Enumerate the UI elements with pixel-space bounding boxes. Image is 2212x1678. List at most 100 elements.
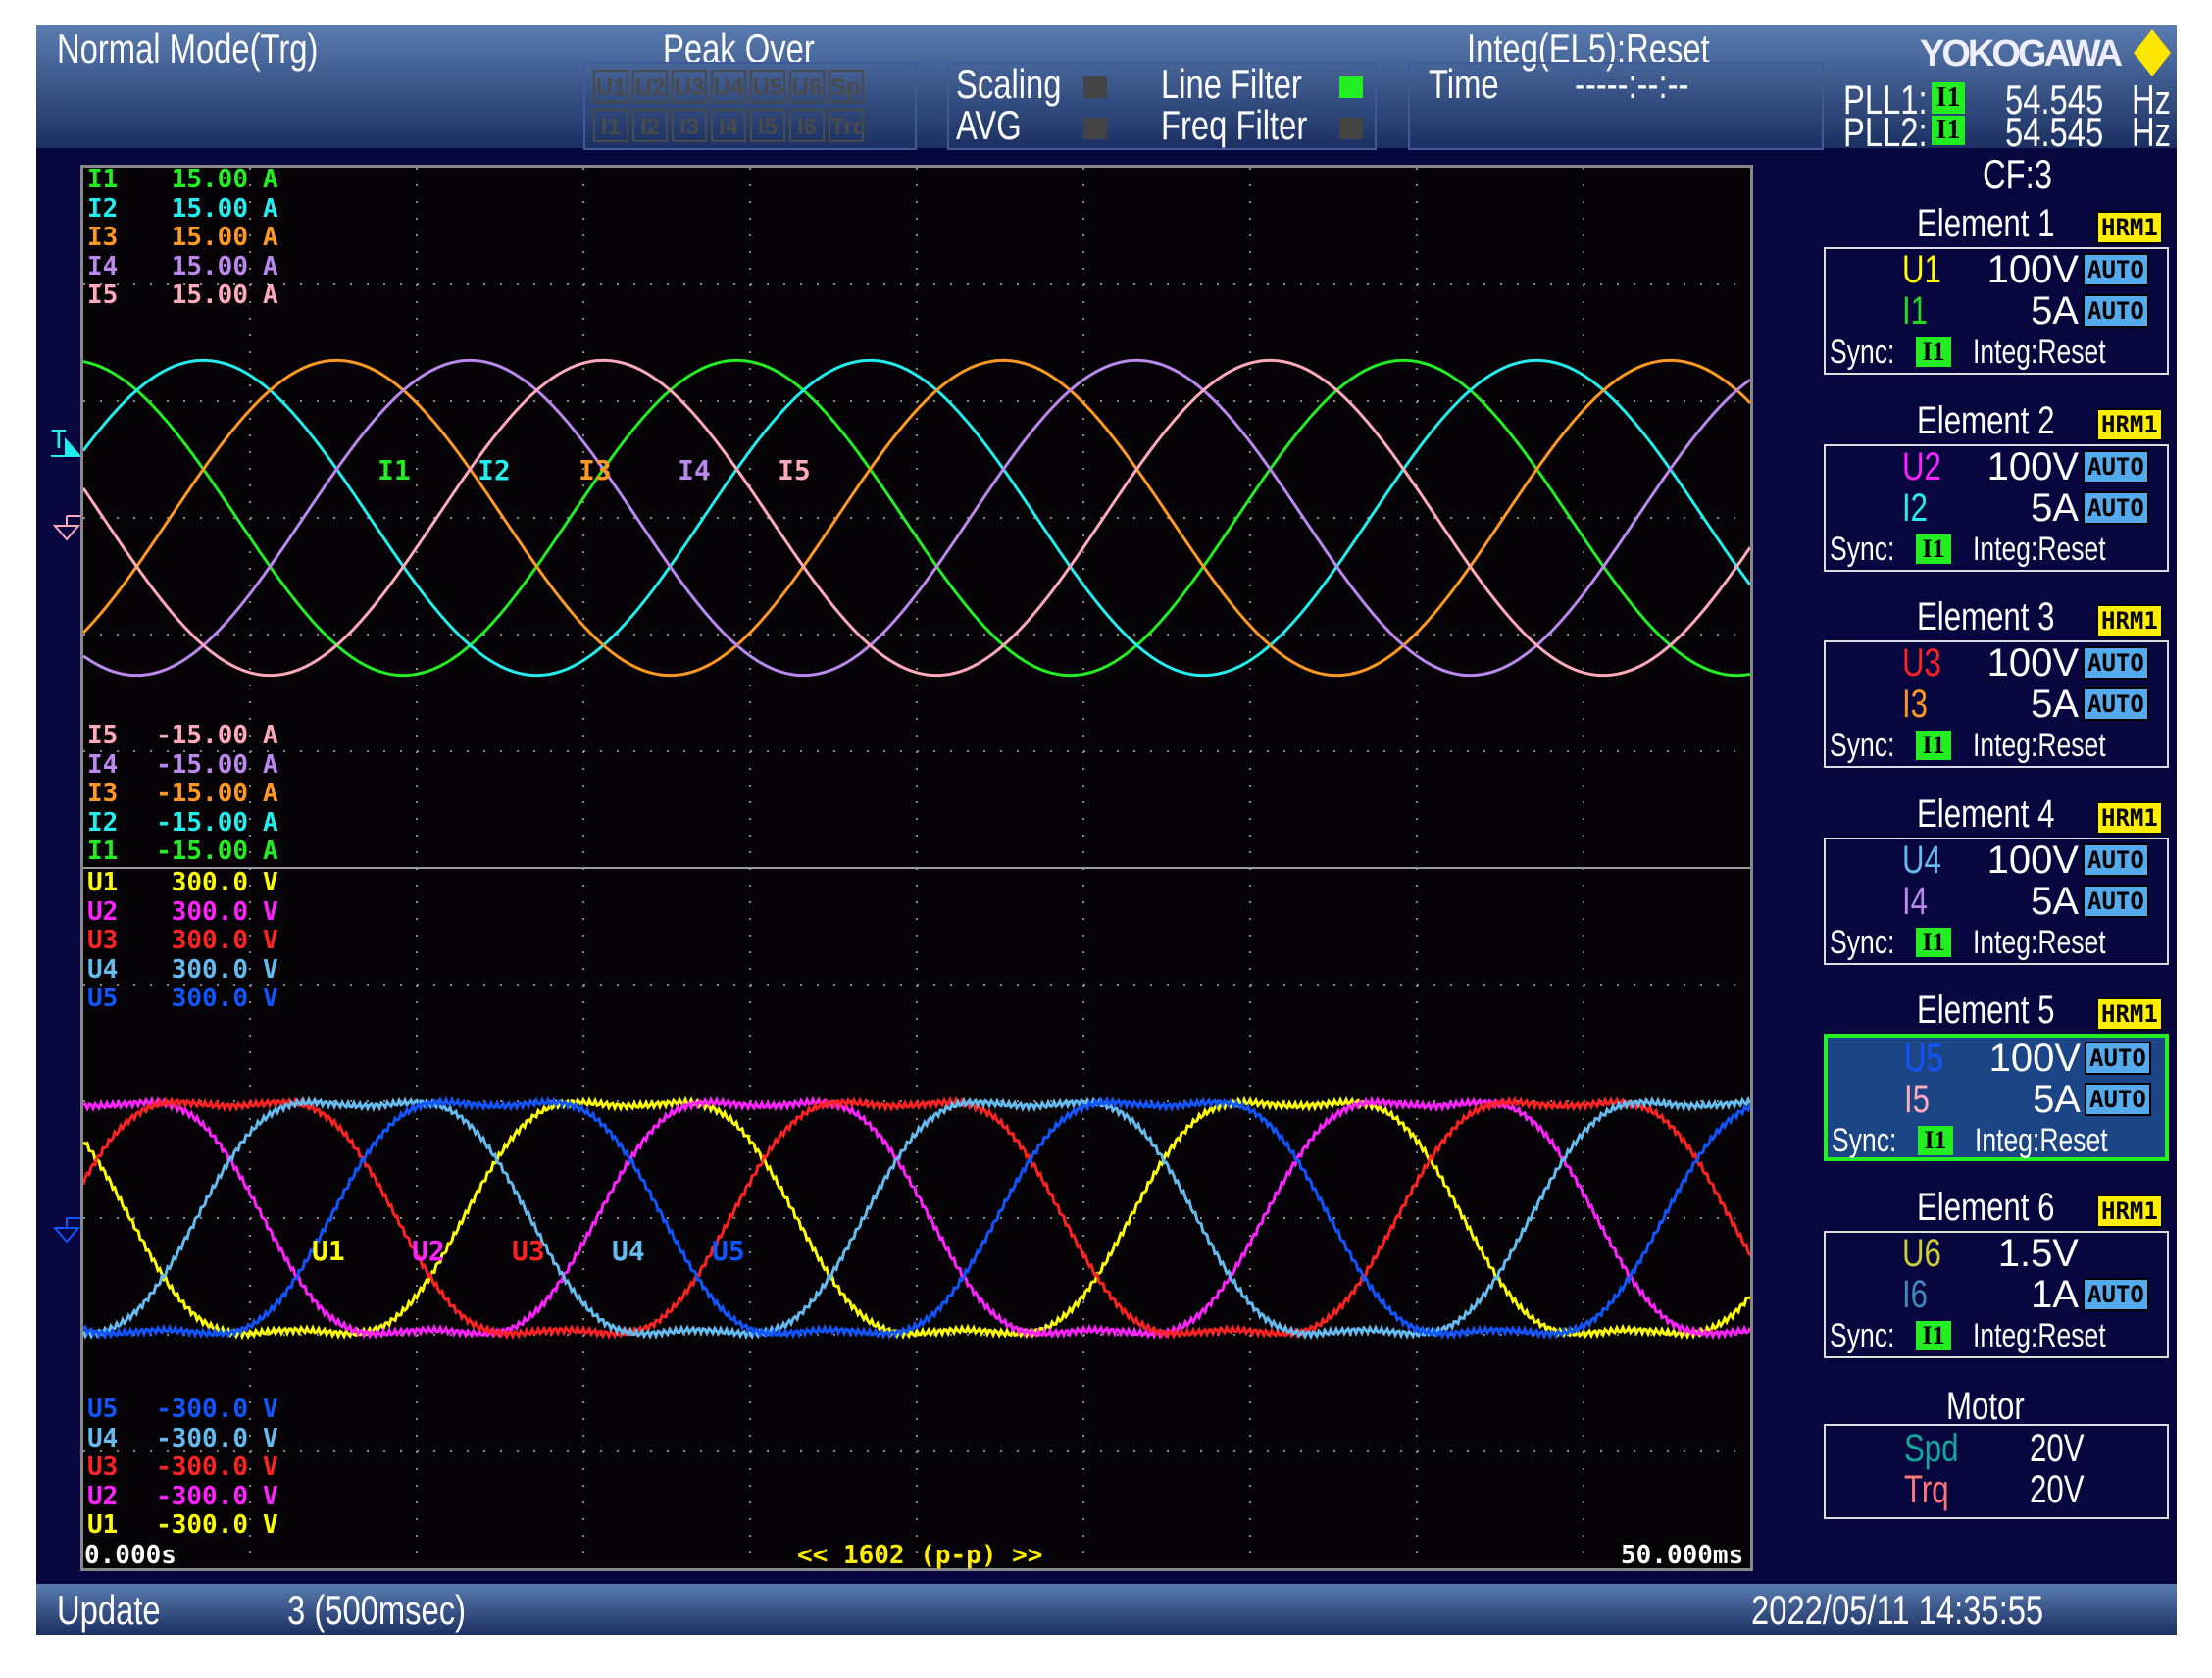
- element-1-hrm-badge: HRM1: [2096, 211, 2163, 244]
- voltage-bottom-scale-value: -300.0: [156, 1423, 248, 1453]
- element-1-box[interactable]: U1 100V AUTO I1 5A AUTO Sync: I1 Integ:R…: [1824, 247, 2169, 375]
- voltage-top-scale-unit: V: [263, 984, 278, 1014]
- time-value-text: -----:--:--: [1575, 61, 1689, 107]
- peak-over-box: U1U2U3U4U5U6Spd I1I2I3I4I5I6Trq: [583, 62, 917, 150]
- current-bottom-scale-value: -15.00: [156, 779, 248, 809]
- element-current-range: 5A: [2031, 879, 2079, 923]
- integ-status-text: Integ:Reset: [1973, 333, 2106, 371]
- current-bottom-scale-unit: A: [263, 807, 278, 838]
- scaling-indicator: [1083, 76, 1107, 98]
- current-top-scale-name: I1: [87, 165, 119, 194]
- sync-label: Sync:: [1830, 1317, 1913, 1355]
- element-title-text: Element 2: [1917, 398, 2055, 442]
- element-2-box[interactable]: U2 100V AUTO I2 5A AUTO Sync: I1 Integ:R…: [1824, 443, 2169, 572]
- element-voltage-range: 1.5V: [1997, 1231, 2079, 1275]
- voltage-channel-text: U5: [1904, 1037, 1943, 1080]
- sync-label-text: Sync:: [1832, 1122, 1897, 1159]
- current-top-scale-name: I5: [87, 280, 119, 311]
- element-voltage-channel: U2: [1902, 446, 1952, 487]
- current-bottom-scale-unit: A: [263, 749, 278, 780]
- integ-status-text: Integ:Reset: [1973, 1316, 2106, 1354]
- voltage-top-scale-name: U3: [87, 926, 119, 956]
- current-top-scale-unit: A: [263, 193, 278, 224]
- voltage-bottom-scale-name: U2: [87, 1481, 119, 1511]
- element-3-box[interactable]: U3 100V AUTO I3 5A AUTO Sync: I1 Integ:R…: [1824, 640, 2169, 768]
- waveform-tag-i5: I5: [778, 454, 811, 486]
- sync-source: I1: [1916, 534, 1951, 564]
- current-channel-text: I1: [1902, 289, 1929, 332]
- current-top-scale-value: 15.00: [171, 165, 248, 194]
- voltage-bottom-scale-name: U5: [87, 1395, 119, 1424]
- voltage-bottom-scale-unit: V: [263, 1452, 278, 1483]
- integ-status-text: Integ:Reset: [1973, 530, 2106, 568]
- voltage-channel-text: U6: [1902, 1231, 1941, 1275]
- crest-factor: CF:3: [1983, 153, 2072, 196]
- element-title-text: Element 3: [1917, 595, 2055, 638]
- current-top-scale-unit: A: [263, 251, 278, 281]
- voltage-auto-range-badge: AUTO: [2083, 842, 2149, 877]
- peak-over-chip-i4: I4: [711, 109, 746, 142]
- time-start-label: 0.000s: [84, 1541, 176, 1570]
- waveform-tag-u1: U1: [312, 1235, 345, 1267]
- sync-label-text: Sync:: [1830, 727, 1895, 764]
- element-4-box[interactable]: U4 100V AUTO I4 5A AUTO Sync: I1 Integ:R…: [1824, 837, 2169, 965]
- element-3-hrm-badge: HRM1: [2096, 604, 2163, 637]
- element-current-range: 5A: [2031, 289, 2079, 332]
- voltage-auto-range-badge: AUTO: [2083, 253, 2149, 286]
- current-bottom-scale-value: -15.00: [156, 837, 248, 867]
- record-points-label: << 1602 (p-p) >>: [797, 1541, 1043, 1570]
- peak-over-u-row: U1U2U3U4U5U6Spd: [593, 70, 868, 108]
- voltage-auto-range-badge: AUTO: [2085, 1042, 2151, 1075]
- element-current-range: 5A: [2031, 485, 2079, 530]
- element-5-hrm-badge: HRM1: [2096, 997, 2163, 1031]
- measurement-mode: Normal Mode(Trg): [57, 27, 392, 71]
- current-top-scale-value: 15.00: [171, 193, 248, 224]
- element-6-title: Element 6: [1917, 1186, 2093, 1230]
- peak-over-chip-u1: U1: [593, 70, 628, 103]
- sync-source: I1: [1918, 1126, 1953, 1155]
- sync-label: Sync:: [1830, 924, 1913, 962]
- time-text: Time: [1429, 61, 1499, 107]
- peak-over-chip-i5: I5: [750, 109, 785, 142]
- element-1-title: Element 1: [1917, 202, 2093, 246]
- voltage-top-scale-name: U5: [87, 984, 119, 1014]
- sync-label: Sync:: [1830, 531, 1913, 569]
- voltage-ground-marker-icon: [53, 1217, 81, 1244]
- time-end-label: 50.000ms: [1621, 1541, 1744, 1570]
- sync-label: Sync:: [1830, 333, 1913, 372]
- crest-factor-text: CF:3: [1983, 151, 2052, 197]
- time-label: Time: [1429, 63, 1519, 106]
- motor-trq-label: Trq: [1904, 1469, 1962, 1510]
- scaling-label: Scaling: [956, 63, 1091, 106]
- waveform-tag-i4: I4: [678, 454, 711, 486]
- freq-filter-label: Freq Filter: [1161, 104, 1348, 147]
- motor-box[interactable]: Spd 20V Trq 20V: [1824, 1424, 2169, 1519]
- element-3-title: Element 3: [1917, 595, 2093, 639]
- element-voltage-range: 100V: [1986, 248, 2079, 291]
- current-channel-text: I5: [1904, 1078, 1931, 1121]
- voltage-channel-text: U4: [1902, 838, 1941, 882]
- integ-status-text: Integ:Reset: [1975, 1122, 2108, 1159]
- current-channel-text: I3: [1902, 683, 1929, 726]
- element-2-title: Element 2: [1917, 399, 2093, 443]
- sync-source: I1: [1916, 731, 1951, 760]
- element-4-title: Element 4: [1917, 792, 2093, 837]
- trigger-arrow-icon: [51, 437, 80, 457]
- voltage-top-scale-value: 300.0: [171, 984, 248, 1014]
- current-bottom-scale-unit: A: [263, 837, 278, 867]
- current-channel-text: I4: [1902, 879, 1929, 923]
- voltage-top-scale-name: U1: [87, 868, 119, 897]
- element-4-hrm-badge: HRM1: [2096, 800, 2163, 835]
- waveform-tag-u4: U4: [612, 1235, 645, 1267]
- element-current-range: 5A: [2033, 1078, 2081, 1121]
- current-auto-range-badge: AUTO: [2083, 1277, 2149, 1311]
- element-voltage-range: 100V: [1986, 444, 2079, 488]
- voltage-top-scale-value: 300.0: [171, 896, 248, 927]
- element-6-box[interactable]: U6 1.5V I6 1A AUTO Sync: I1 Integ:Reset: [1824, 1230, 2169, 1358]
- current-channel-text: I6: [1902, 1272, 1929, 1316]
- waveform-tag-u2: U2: [412, 1235, 445, 1267]
- voltage-bottom-scale-unit: V: [263, 1423, 278, 1453]
- pll2-value: 54.545: [2005, 111, 2131, 154]
- element-5-box[interactable]: U5 100V AUTO I5 5A AUTO Sync: I1 Integ:R…: [1824, 1034, 2169, 1161]
- waveform-display[interactable]: I1 I2 I3 I4 I5 U1 U2 U3 U4 U5: [80, 165, 1753, 1571]
